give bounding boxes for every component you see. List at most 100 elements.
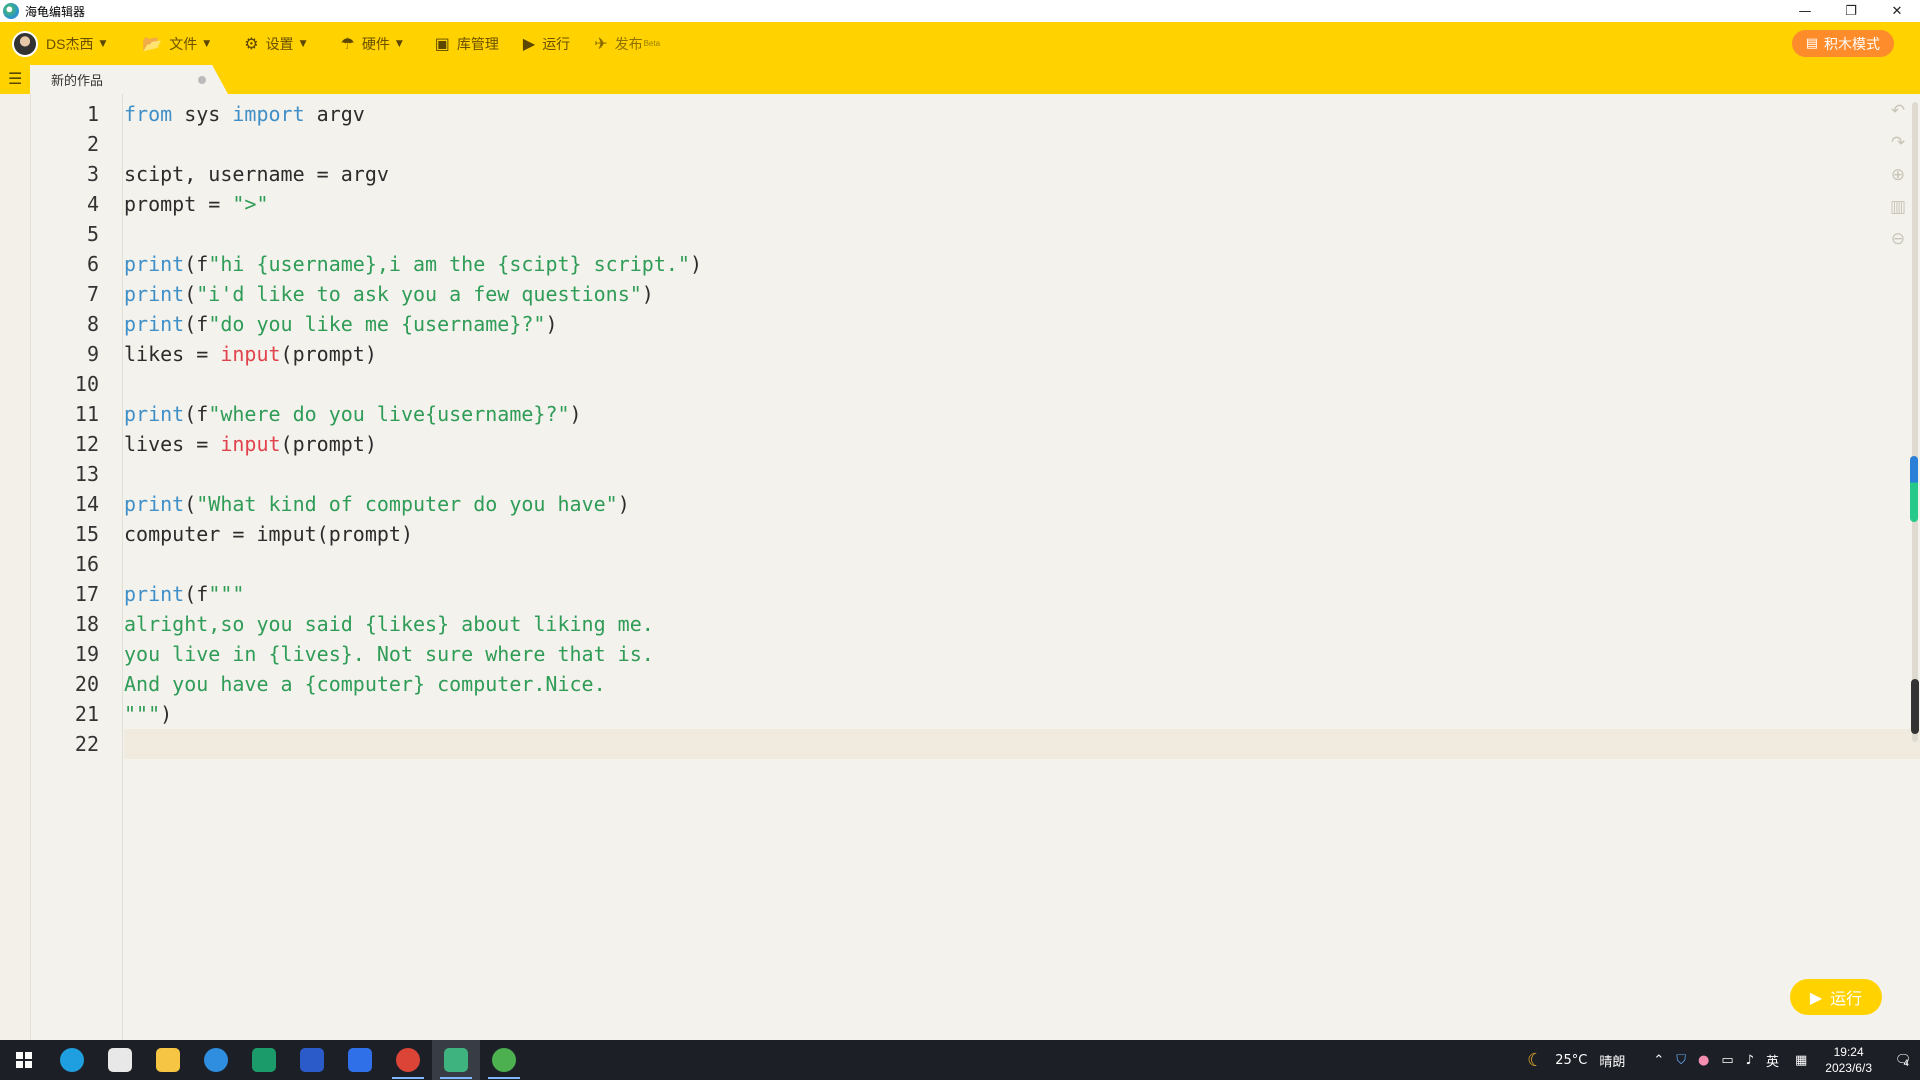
line-number: 13 <box>74 462 99 486</box>
app-tray-icon[interactable]: ● <box>1698 1053 1709 1068</box>
code-line[interactable]: """) <box>124 699 702 729</box>
code-token: you live in {lives}. Not sure where that… <box>124 642 654 666</box>
code-token: input <box>220 432 281 456</box>
code-line[interactable] <box>124 729 702 759</box>
code-editor[interactable]: 1 2 3 4 5 6 7 8 9 10 11 12 13 14 15 16 17 18 19 20 21 22 from… <box>0 94 1920 1040</box>
clock-date: 2023/6/3 <box>1825 1061 1872 1075</box>
clock[interactable]: 19:24 2023/6/3 <box>1825 1044 1872 1076</box>
code-line[interactable]: scipt, username = argv <box>124 159 702 189</box>
ime-indicator[interactable]: 英 <box>1766 1051 1779 1070</box>
line-number: 14 <box>74 492 99 516</box>
code-line[interactable]: print("What kind of computer do you have… <box>124 489 702 519</box>
code-token: ) <box>689 252 702 276</box>
side-strip <box>0 94 31 1040</box>
code-token: (prompt) <box>280 432 377 456</box>
scrollbar-thumb[interactable] <box>1911 679 1919 734</box>
store-icon <box>108 1048 132 1072</box>
code-line[interactable]: from sys import argv <box>124 99 702 129</box>
taskbar-app[interactable] <box>144 1040 192 1080</box>
code-line[interactable] <box>124 549 702 579</box>
taskbar-app[interactable] <box>288 1040 336 1080</box>
code-line[interactable]: computer = imput(prompt) <box>124 519 702 549</box>
code-line[interactable]: print(f"hi {username},i am the {scipt} s… <box>124 249 702 279</box>
minimize-button[interactable]: — <box>1782 0 1828 22</box>
taskbar-app[interactable] <box>96 1040 144 1080</box>
code-line[interactable] <box>124 369 702 399</box>
code-token: "What kind of computer do you have" <box>196 492 618 516</box>
run-button[interactable]: ▶ 运行 <box>1790 979 1882 1015</box>
code-token: (f <box>184 582 209 606</box>
code-token: computer = imput(prompt) <box>124 522 413 546</box>
settings-menu[interactable]: ⚙ 设置 ▼ <box>232 22 318 65</box>
code-line[interactable]: print(f"do you like me {username}?") <box>124 309 702 339</box>
format-icon[interactable]: ▥ <box>1886 195 1910 219</box>
keyboard-grid-icon[interactable]: ▦ <box>1795 1053 1807 1068</box>
taskbar-app[interactable] <box>336 1040 384 1080</box>
close-button[interactable]: ✕ <box>1874 0 1920 22</box>
globe-app-icon <box>492 1048 516 1072</box>
taskbar-app[interactable] <box>480 1040 528 1080</box>
network-icon[interactable]: ▭ <box>1721 1053 1733 1068</box>
code-line[interactable] <box>124 129 702 159</box>
file-explorer-icon <box>156 1048 180 1072</box>
code-line[interactable]: And you have a {computer} computer.Nice. <box>124 669 702 699</box>
system-tray: ☾ 25°C 晴朗 ⌃ ⛉ ● ▭ ♪ 英 ▦ 19:24 2023/6/3 🗨… <box>1527 1040 1920 1080</box>
code-line[interactable] <box>124 459 702 489</box>
unsaved-dot-icon[interactable] <box>198 76 206 84</box>
code-line[interactable] <box>124 219 702 249</box>
taskbar-app[interactable] <box>192 1040 240 1080</box>
weather-desc[interactable]: 晴朗 <box>1599 1051 1625 1070</box>
file-menu[interactable]: 📂 文件 ▼ <box>130 22 222 65</box>
volume-icon[interactable]: ♪ <box>1746 1053 1754 1068</box>
line-number: 20 <box>74 672 99 696</box>
hamburger-menu-icon[interactable]: ☰ <box>8 71 24 87</box>
code-line[interactable]: you live in {lives}. Not sure where that… <box>124 639 702 669</box>
code-line[interactable]: print(f""" <box>124 579 702 609</box>
publish-menu[interactable]: ✈ 发布 Beta <box>582 22 672 65</box>
hardware-menu[interactable]: ☂ 硬件 ▼ <box>328 22 414 65</box>
code-line[interactable]: lives = input(prompt) <box>124 429 702 459</box>
code-token: likes = <box>124 342 221 366</box>
tab-new-work[interactable]: 新的作品 <box>30 65 228 94</box>
taskbar-app[interactable] <box>48 1040 96 1080</box>
run-menu[interactable]: ▶ 运行 <box>511 22 582 65</box>
code-token: (f <box>184 402 209 426</box>
redo-icon[interactable]: ↷ <box>1886 131 1910 155</box>
code-token: ) <box>641 282 654 306</box>
code-content[interactable]: from sys import argv scipt, username = a… <box>124 99 702 759</box>
code-line[interactable]: print(f"where do you live{username}?") <box>124 399 702 429</box>
code-token: print <box>124 492 185 516</box>
shield-icon[interactable]: ⛉ <box>1676 1053 1686 1068</box>
scrollbar-track[interactable] <box>1912 102 1918 742</box>
code-line[interactable]: print("i'd like to ask you a few questio… <box>124 279 702 309</box>
taskbar-app[interactable] <box>432 1040 480 1080</box>
windows-logo-icon <box>16 1052 32 1068</box>
code-token: ) <box>160 702 173 726</box>
user-menu[interactable]: DS杰西 ▼ <box>0 22 118 65</box>
caret-down-icon: ▼ <box>99 38 107 49</box>
taskbar-app[interactable] <box>240 1040 288 1080</box>
code-line[interactable]: alright,so you said {likes} about liking… <box>124 609 702 639</box>
library-menu[interactable]: ▣ 库管理 <box>423 22 511 65</box>
code-token: print <box>124 582 185 606</box>
block-mode-label: 积木模式 <box>1824 35 1880 52</box>
block-mode-button[interactable]: ▤ 积木模式 <box>1791 30 1894 57</box>
start-button[interactable] <box>0 1040 48 1080</box>
taskbar-app[interactable] <box>384 1040 432 1080</box>
code-line[interactable]: likes = input(prompt) <box>124 339 702 369</box>
zoom-in-icon[interactable]: ⊕ <box>1886 163 1910 187</box>
line-number: 6 <box>86 252 99 276</box>
weather-temp[interactable]: 25°C <box>1555 1053 1587 1068</box>
paper-plane-icon: ✈ <box>594 34 608 53</box>
window-title: 海龟编辑器 <box>25 4 86 19</box>
scroll-indicator[interactable] <box>1910 456 1918 522</box>
hardware-menu-label: 硬件 <box>361 35 390 52</box>
chevron-up-icon[interactable]: ⌃ <box>1653 1053 1664 1068</box>
line-number: 22 <box>74 732 99 756</box>
notification-button[interactable]: 🗨 4 <box>1884 1040 1920 1080</box>
undo-icon[interactable]: ↶ <box>1886 99 1910 123</box>
folder-icon: 📂 <box>142 34 163 53</box>
restore-button[interactable]: ❐ <box>1828 0 1874 22</box>
code-line[interactable]: prompt = ">" <box>124 189 702 219</box>
zoom-out-icon[interactable]: ⊖ <box>1886 227 1910 251</box>
